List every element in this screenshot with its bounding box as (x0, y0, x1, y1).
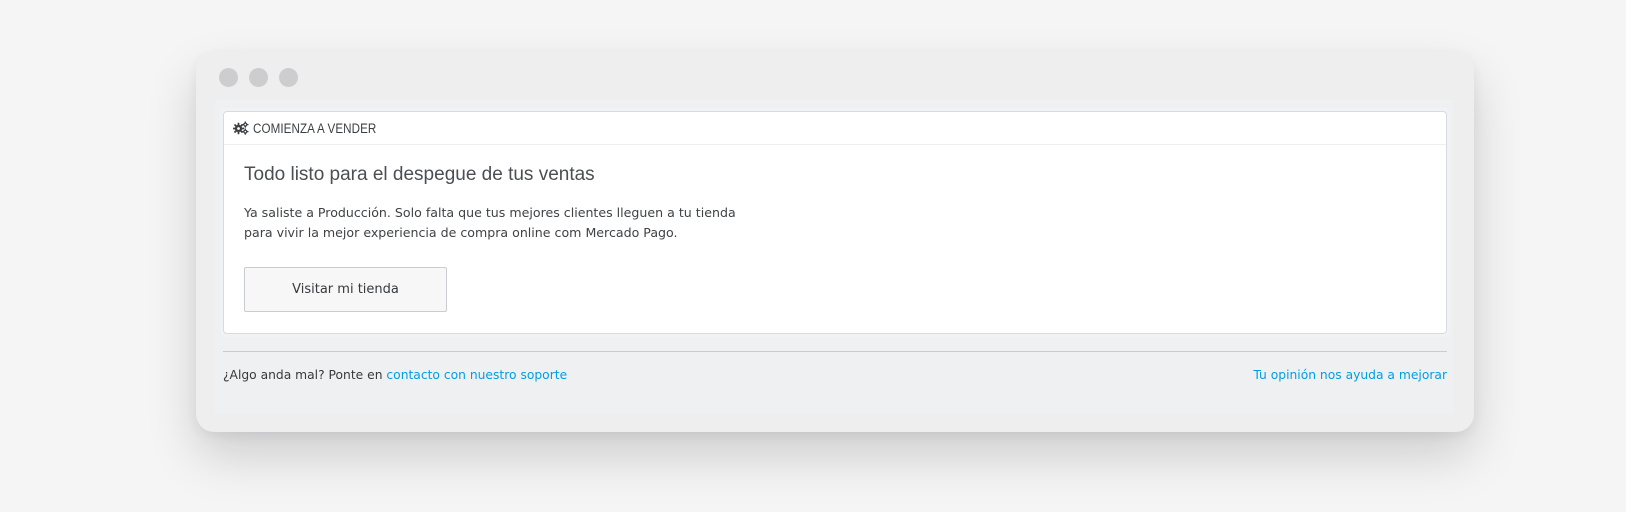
panel-heading-text: Todo listo para el despegue de tus venta… (244, 164, 595, 185)
panel-description-line-1: Ya saliste a Producción. Solo falta que … (244, 205, 736, 220)
gears-icon (233, 120, 251, 136)
window-controls (219, 68, 298, 87)
browser-window: COMIENZA A VENDER Todo listo para el des… (196, 52, 1474, 432)
window-minimize-dot[interactable] (249, 68, 268, 87)
feedback-link[interactable]: Tu opinión nos ayuda a mejorar (1253, 368, 1447, 382)
page-content: COMIENZA A VENDER Todo listo para el des… (215, 100, 1453, 414)
support-contact-link[interactable]: contacto con nuestro soporte (386, 368, 567, 382)
window-maximize-dot[interactable] (279, 68, 298, 87)
footer-divider (223, 351, 1447, 352)
footer: ¿Algo anda mal? Ponte en contacto con nu… (223, 368, 1447, 382)
start-selling-panel: COMIENZA A VENDER Todo listo para el des… (223, 111, 1447, 334)
panel-title: COMIENZA A VENDER (253, 120, 377, 136)
footer-prefix: ¿Algo anda mal? Ponte en (223, 368, 387, 382)
panel-body: Todo listo para el despegue de tus venta… (224, 145, 1446, 312)
panel-description-line-2: para vivir la mejor experiencia de compr… (244, 225, 678, 240)
window-close-dot[interactable] (219, 68, 238, 87)
visit-store-button[interactable]: Visitar mi tienda (244, 267, 447, 312)
panel-heading: COMIENZA A VENDER (224, 112, 1446, 145)
footer-support-text: ¿Algo anda mal? Ponte en contacto con nu… (223, 368, 567, 382)
